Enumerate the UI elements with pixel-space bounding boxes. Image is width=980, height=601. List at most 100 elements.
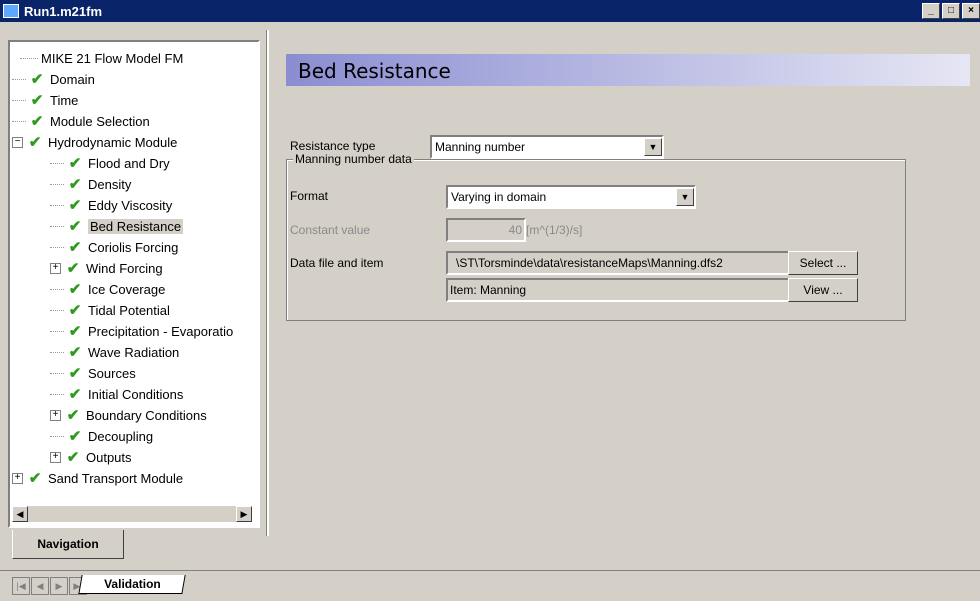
tree-connector <box>50 393 64 395</box>
previous-tab-icon[interactable]: ◀ <box>31 577 49 595</box>
checkmark-icon: ✔ <box>68 281 82 298</box>
tree-item-selected[interactable]: ✔ Bed Resistance <box>50 216 184 236</box>
tree-item-label: Decoupling <box>88 428 154 444</box>
tree-item[interactable]: ✔ Domain <box>12 69 95 89</box>
first-tab-icon[interactable]: |◀ <box>12 577 30 595</box>
title-bar[interactable]: Run1.m21fm _ □ × <box>0 0 980 22</box>
pane-splitter[interactable] <box>266 30 269 536</box>
resistance-type-label: Resistance type <box>290 139 376 153</box>
expand-icon[interactable]: + <box>12 472 23 484</box>
bottom-tab-bar: |◀ ◀ ▶ ▶| Validation <box>0 570 980 601</box>
tree-item-label: Bed Resistance <box>88 218 184 234</box>
chevron-down-icon[interactable]: ▼ <box>644 138 662 156</box>
datafile-field[interactable]: \ST\Torsminde\data\resistanceMaps\Mannin… <box>446 251 796 275</box>
checkmark-icon: ✔ <box>68 323 82 340</box>
close-button[interactable]: × <box>962 3 980 19</box>
tree-connector <box>50 162 64 164</box>
scroll-left-icon[interactable]: ◀ <box>12 506 28 522</box>
checkmark-icon: ✔ <box>30 71 44 88</box>
tree-item-label: Sand Transport Module <box>48 470 184 486</box>
maximize-button[interactable]: □ <box>942 3 960 19</box>
minimize-button[interactable]: _ <box>922 3 940 19</box>
tree-item[interactable]: ✔ Precipitation - Evaporatio <box>50 321 233 341</box>
tab-validation[interactable]: Validation <box>78 575 186 594</box>
checkmark-icon: ✔ <box>66 407 80 424</box>
tree-item[interactable]: ✔ Initial Conditions <box>50 384 183 404</box>
tree-item[interactable]: + ✔ Outputs <box>50 447 132 467</box>
scroll-right-icon[interactable]: ▶ <box>236 506 252 522</box>
tree-item[interactable]: ✔ Sources <box>50 363 136 383</box>
checkmark-icon: ✔ <box>30 113 44 130</box>
panel-title: Bed Resistance <box>298 59 451 83</box>
tree-connector <box>50 330 64 332</box>
tree-item-label: Eddy Viscosity <box>88 197 173 213</box>
tree-item[interactable]: ✔ Decoupling <box>50 426 153 446</box>
collapse-icon[interactable]: − <box>12 136 23 148</box>
tree-connector <box>12 78 26 80</box>
item-field[interactable]: Item: Manning <box>446 278 790 302</box>
tree-item-label: Outputs <box>86 449 132 465</box>
navigation-tree: MIKE 21 Flow Model FM ✔ Domain ✔ Time ✔ Module… <box>8 40 260 528</box>
tree-item[interactable]: ✔ Tidal Potential <box>50 300 170 320</box>
tree-item[interactable]: ✔ Wave Radiation <box>50 342 179 362</box>
checkmark-icon: ✔ <box>68 176 82 193</box>
format-dropdown[interactable]: Varying in domain ▼ <box>446 185 696 209</box>
select-file-button[interactable]: Select ... <box>788 251 858 275</box>
tree-item[interactable]: ✔ Flood and Dry <box>50 153 170 173</box>
tree-item-label: Time <box>50 92 79 108</box>
expand-icon[interactable]: + <box>50 262 61 274</box>
tree-item-label: Density <box>88 176 132 192</box>
tree-item[interactable]: ✔ Coriolis Forcing <box>50 237 178 257</box>
panel-header: Bed Resistance <box>286 54 970 86</box>
checkmark-icon: ✔ <box>28 134 42 151</box>
tree-item-label: Tidal Potential <box>88 302 170 318</box>
tree-horizontal-scrollbar[interactable]: ◀ ▶ <box>12 506 252 522</box>
view-item-button[interactable]: View ... <box>788 278 858 302</box>
chevron-down-icon[interactable]: ▼ <box>676 188 694 206</box>
tree-item[interactable]: MIKE 21 Flow Model FM <box>20 48 183 68</box>
tree-item-label: Hydrodynamic Module <box>48 134 178 150</box>
checkmark-icon: ✔ <box>68 302 82 319</box>
tree-item-label: Flood and Dry <box>88 155 170 171</box>
tree-item[interactable]: ✔ Ice Coverage <box>50 279 165 299</box>
group-title: Manning number data <box>293 152 414 166</box>
expand-icon[interactable]: + <box>50 409 61 421</box>
next-tab-icon[interactable]: ▶ <box>50 577 68 595</box>
constant-value-field[interactable]: 40 <box>446 218 526 242</box>
tree-connector <box>50 351 64 353</box>
checkmark-icon: ✔ <box>68 386 82 403</box>
tree-connector <box>50 288 64 290</box>
app-icon <box>3 4 19 18</box>
checkmark-icon: ✔ <box>68 344 82 361</box>
resistance-type-dropdown[interactable]: Manning number ▼ <box>430 135 664 159</box>
tree-item[interactable]: + ✔ Sand Transport Module <box>12 468 183 488</box>
tree-item[interactable]: − ✔ Hydrodynamic Module <box>12 132 177 152</box>
tree-connector <box>50 204 64 206</box>
tree-connector <box>50 183 64 185</box>
tree-item[interactable]: ✔ Time <box>12 90 78 110</box>
tree-item[interactable]: + ✔ Boundary Conditions <box>50 405 207 425</box>
window-title: Run1.m21fm <box>24 3 103 19</box>
tree-item[interactable]: ✔ Module Selection <box>12 111 150 131</box>
expand-icon[interactable]: + <box>50 451 61 463</box>
tree-item-label: Wind Forcing <box>86 260 163 276</box>
constant-unit-label: [m^(1/3)/s] <box>526 223 583 237</box>
tree-item[interactable]: ✔ Density <box>50 174 131 194</box>
tree-item-label: Sources <box>88 365 136 381</box>
tree-item-label: MIKE 21 Flow Model FM <box>41 50 184 66</box>
tree-connector <box>50 372 64 374</box>
tree-item[interactable]: ✔ Eddy Viscosity <box>50 195 172 215</box>
checkmark-icon: ✔ <box>68 197 82 214</box>
resistance-type-value: Manning number <box>435 140 526 154</box>
checkmark-icon: ✔ <box>28 470 42 487</box>
tree-item-label: Wave Radiation <box>88 344 180 360</box>
constant-value-label: Constant value <box>290 223 371 237</box>
navigation-pane: MIKE 21 Flow Model FM ✔ Domain ✔ Time ✔ Module… <box>8 30 260 559</box>
checkmark-icon: ✔ <box>66 260 80 277</box>
checkmark-icon: ✔ <box>68 365 82 382</box>
tree-item[interactable]: + ✔ Wind Forcing <box>50 258 163 278</box>
tree-item-label: Ice Coverage <box>88 281 166 297</box>
tree-connector <box>12 99 26 101</box>
tab-navigation[interactable]: Navigation <box>12 530 124 559</box>
tree-item-label: Domain <box>50 71 95 87</box>
